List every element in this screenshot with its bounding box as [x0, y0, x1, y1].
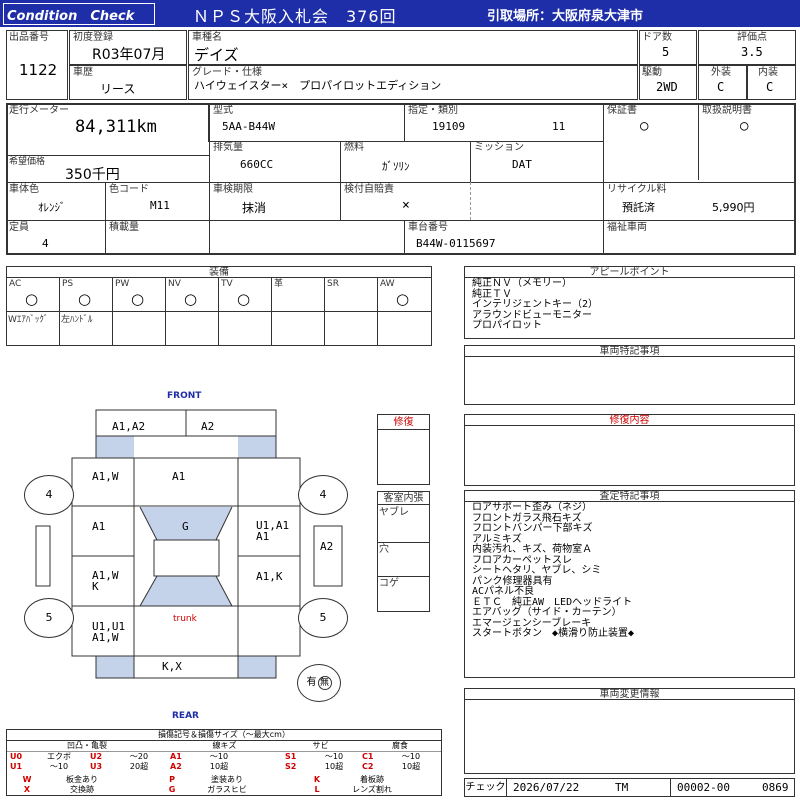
front-door-left: A1 [92, 520, 106, 533]
legend-title: 損傷記号＆損傷サイズ（～最大cm） [7, 730, 441, 741]
cabin-title: 客室内張 [378, 492, 429, 505]
check-date: 2026/07/22 [513, 781, 580, 794]
legend-text: 着板跡 [360, 775, 384, 784]
front-door-right: U1,A1 A1 [256, 519, 290, 543]
legend-text: エクボ [47, 752, 71, 761]
rear-fender-left: U1,U1 A1,W [92, 620, 126, 644]
legend-text: ～10 [209, 752, 229, 761]
legend-code: A2 [170, 762, 182, 771]
footer-code: 00002-00 [677, 781, 730, 794]
legend-header: サビ [282, 741, 359, 752]
rear-door-left: A1,W K [92, 569, 119, 593]
legend-code: U2 [90, 752, 103, 761]
cabin-box: 客室内張 ヤブレ 穴 コゲ [377, 491, 430, 612]
legend-code: L [314, 785, 320, 794]
legend-text: ガラスヒビ [207, 785, 247, 794]
legend-text: ～20 [129, 752, 149, 761]
car-diagram: A1,A2 A2 A1,W A1 A1 G U1,A1 A1 A2 A1,W K… [0, 0, 800, 800]
trunk-label: trunk [173, 614, 197, 624]
cabin-item-burn: コゲ [379, 578, 399, 589]
legend-code: A1 [170, 752, 182, 761]
legend-code: S1 [285, 752, 297, 761]
tire-front-left: 4 [24, 475, 74, 515]
legend-text: ～10 [324, 752, 344, 761]
footer-serial: 0869 [762, 781, 789, 794]
legend-code: W [22, 775, 32, 784]
front-bumper-left: A1,A2 [112, 420, 146, 433]
legend-text: 塗装あり [211, 775, 243, 784]
legend-header: 腐食 [359, 741, 441, 752]
legend-code: U1 [10, 762, 23, 771]
legend-header: 凹凸・亀裂 [7, 741, 167, 752]
legend-text: 20超 [129, 762, 149, 771]
legend-text: レンズ割れ [352, 785, 392, 794]
legend-header: 線キズ [167, 741, 282, 752]
legend-text: ～10 [401, 752, 421, 761]
legend-text: ～10 [49, 762, 69, 771]
rear-bumper: K,X [162, 660, 182, 673]
cabin-item-hole: 穴 [379, 544, 389, 555]
legend-box: 損傷記号＆損傷サイズ（～最大cm） 凹凸・亀裂 線キズ サビ 腐食 U0 エクボ U2 ～20… [6, 729, 442, 796]
car-outline [35, 409, 343, 679]
check-label: チェック [465, 779, 507, 796]
legend-code: S2 [285, 762, 297, 771]
tire-rear-right: 5 [298, 598, 348, 638]
tire-rear-left: 5 [24, 598, 74, 638]
legend-text: 10超 [209, 762, 229, 771]
legend-code: P [169, 775, 175, 784]
front-bumper-right: A2 [201, 420, 215, 433]
legend-text: 10超 [401, 762, 421, 771]
hood: A1 [172, 470, 186, 483]
spare-label: 有 [306, 677, 317, 688]
legend-text: 交換跡 [70, 785, 94, 794]
legend-code: C1 [362, 752, 374, 761]
mirror-right: A2 [320, 540, 334, 553]
legend-code: C2 [362, 762, 374, 771]
legend-code: K [313, 775, 321, 784]
legend-code: X [23, 785, 31, 794]
roof: G [182, 520, 189, 533]
legend-text: 板金あり [66, 775, 98, 784]
legend-code: U3 [90, 762, 103, 771]
inspector: TM [615, 781, 629, 794]
tire-front-right: 4 [298, 475, 348, 515]
cabin-item-tear: ヤブレ [379, 507, 409, 518]
repair-box: 修復 [377, 414, 430, 485]
front-fender-left: A1,W [92, 470, 119, 483]
repair-title: 修復 [378, 415, 429, 430]
rear-door-right: A1,K [256, 570, 283, 583]
legend-code: G [168, 785, 176, 794]
spare-tire: 有無 [297, 664, 341, 702]
footer-box: チェック 2026/07/22 TM 00002-00 0869 [464, 778, 795, 797]
spare-mark: 無 [317, 676, 332, 690]
legend-text: 10超 [324, 762, 344, 771]
legend-code: U0 [10, 752, 23, 761]
